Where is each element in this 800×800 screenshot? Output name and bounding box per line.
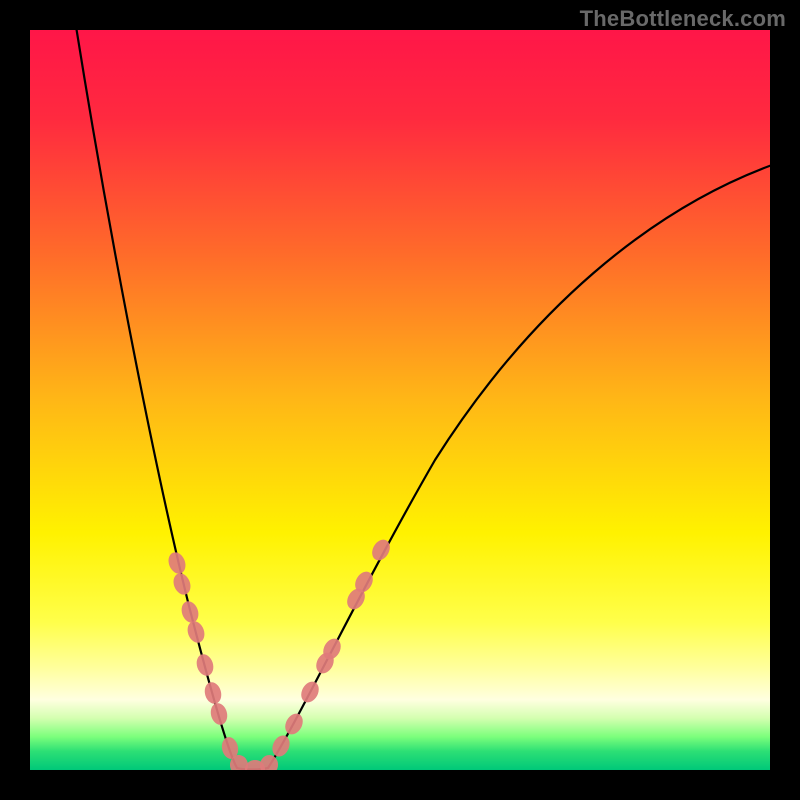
bottleneck-chart	[30, 30, 770, 770]
chart-frame	[30, 30, 770, 770]
watermark-text: TheBottleneck.com	[580, 6, 786, 32]
gradient-background	[30, 30, 770, 770]
